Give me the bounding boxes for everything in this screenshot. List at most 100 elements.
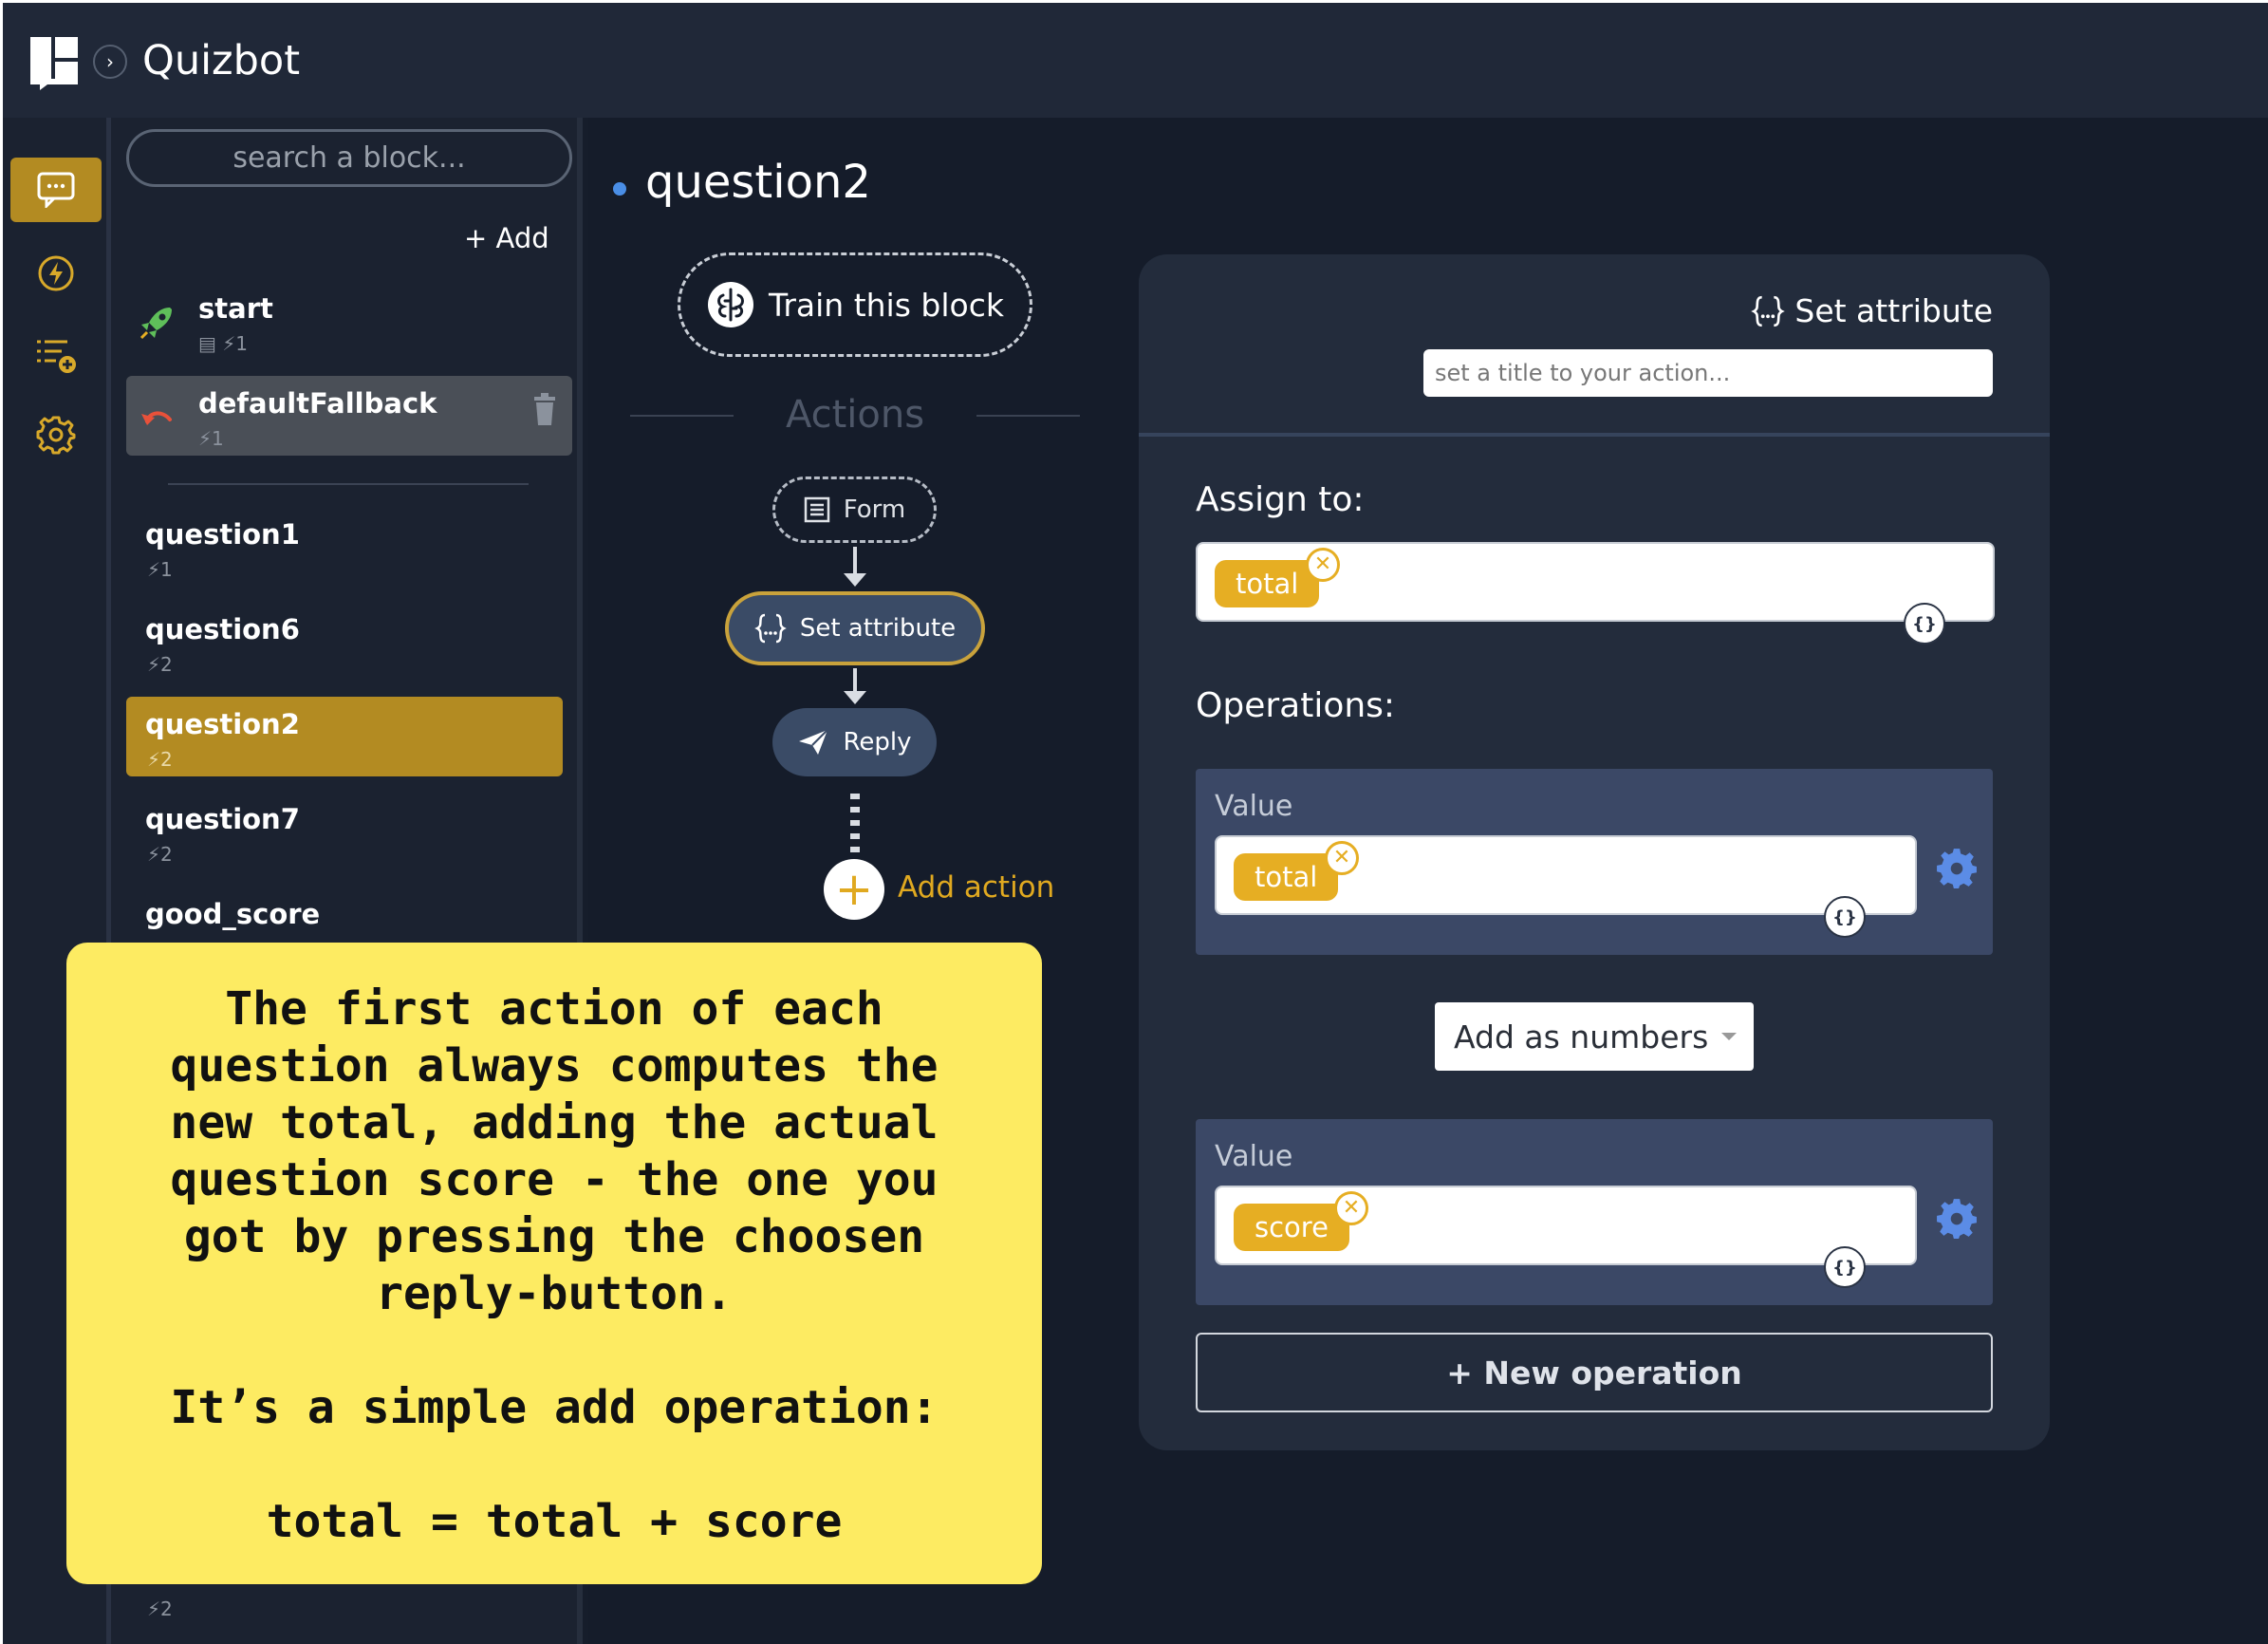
block-name: question2 [145, 708, 300, 740]
block-search-input[interactable] [126, 129, 572, 187]
brain-icon [708, 282, 754, 327]
insert-variable-button[interactable]: {} [1824, 896, 1866, 938]
flow-arrow-head [844, 691, 866, 704]
gear-icon[interactable] [1936, 847, 1978, 888]
note-line: The first action of each [225, 982, 883, 1036]
close-icon: ✕ [1332, 846, 1351, 869]
block-item-start[interactable]: start ▤ ⚡1 [126, 281, 572, 361]
note-line: It’s a simple add operation: [170, 1381, 939, 1434]
add-action-label[interactable]: Add action [898, 870, 1054, 905]
annotation-note: The first action of each question always… [66, 943, 1042, 1584]
remove-tag-icon[interactable]: ✕ [1306, 548, 1340, 582]
value-field[interactable]: score ✕ {} [1215, 1186, 1917, 1288]
action-config-panel: Set attribute Assign to: total ✕ {} Oper… [1139, 254, 2050, 1450]
attribute-tag-label: score [1255, 1211, 1329, 1243]
flow-arrow-head [844, 573, 866, 587]
add-block-button[interactable]: + Add [464, 222, 549, 254]
send-icon [799, 729, 829, 755]
action-chip-label: Form [843, 495, 906, 524]
actions-label: Actions [734, 393, 976, 437]
action-chip-set-attribute[interactable]: Set attribute [725, 591, 985, 665]
top-bar: › Quizbot [3, 3, 2268, 118]
expand-sidebar-button[interactable]: › [93, 45, 127, 79]
logo-icon [30, 37, 78, 90]
chevron-right-icon: › [106, 50, 114, 73]
braces-icon: {} [1912, 613, 1937, 634]
block-meta: ⚡2 [147, 1597, 173, 1620]
rail-settings-button[interactable] [10, 402, 102, 467]
braces-icon: {} [1832, 906, 1857, 927]
block-meta: ⚡2 [147, 653, 173, 676]
block-name: question7 [145, 803, 300, 835]
rocket-icon [139, 308, 172, 340]
operator-select[interactable]: Add as numbers [1435, 1002, 1754, 1071]
block-meta: ⚡2 [147, 748, 173, 771]
block-name: start [198, 292, 273, 325]
operations-label: Operations: [1196, 686, 1396, 725]
rail-lists-button[interactable] [10, 323, 102, 387]
operation-value-box: Value total ✕ {} [1196, 769, 1993, 955]
block-meta: ▤ ⚡1 [198, 332, 249, 355]
braces-icon [754, 613, 787, 644]
attribute-tag: total [1215, 560, 1320, 607]
note-line: total = total + score [266, 1495, 843, 1548]
block-name: defaultFallback [198, 387, 437, 420]
new-operation-button[interactable]: + New operation [1196, 1333, 1993, 1412]
rail-chat-button[interactable] [10, 158, 102, 222]
braces-icon [1751, 295, 1786, 327]
action-chip-label: Set attribute [799, 614, 957, 643]
undo-icon [141, 411, 172, 425]
list-add-icon [37, 340, 76, 373]
trash-icon[interactable] [532, 393, 557, 425]
attribute-tag-label: total [1236, 568, 1299, 600]
note-line: got by pressing the choosen [183, 1210, 925, 1263]
block-item-question7[interactable]: question7 ⚡2 [126, 792, 572, 871]
note-line: question score - the one you [170, 1153, 939, 1206]
note-line: question always computes the [170, 1039, 939, 1093]
add-action-button[interactable]: + [824, 859, 884, 920]
panel-type-label: Set attribute [1751, 292, 1993, 329]
assign-to-field[interactable]: total ✕ {} [1196, 542, 1995, 645]
panel-type-text: Set attribute [1794, 292, 1993, 329]
status-dot [613, 182, 626, 196]
gear-icon[interactable] [1936, 1197, 1978, 1239]
remove-tag-icon[interactable]: ✕ [1334, 1191, 1368, 1225]
note-line: reply-button. [376, 1267, 733, 1320]
close-icon: ✕ [1313, 552, 1332, 576]
insert-variable-button[interactable]: {} [1904, 603, 1945, 645]
insert-variable-button[interactable]: {} [1824, 1246, 1866, 1288]
value-field[interactable]: total ✕ {} [1215, 835, 1917, 938]
action-chip-form[interactable]: Form [772, 476, 937, 543]
block-title: question2 [645, 156, 871, 209]
rail-triggers-button[interactable] [10, 241, 102, 306]
app-title: Quizbot [142, 37, 301, 84]
attribute-tag-label: total [1255, 861, 1318, 893]
block-name: question1 [145, 518, 300, 551]
block-name: question6 [145, 613, 300, 645]
bolt-icon [38, 255, 74, 291]
value-label: Value [1215, 790, 1293, 823]
block-list-divider [168, 483, 529, 485]
caret-down-icon [1721, 1033, 1738, 1040]
train-block-button[interactable]: Train this block [678, 252, 1032, 357]
note-line: new total, adding the actual [170, 1096, 939, 1149]
flow-dotted-line [850, 794, 860, 858]
remove-tag-icon[interactable]: ✕ [1325, 841, 1359, 875]
braces-icon: {} [1832, 1257, 1857, 1278]
train-block-label: Train this block [769, 286, 1004, 324]
attribute-tag: score [1234, 1204, 1349, 1251]
block-name: good_score [145, 898, 321, 930]
operation-value-box: Value score ✕ {} [1196, 1119, 1993, 1305]
block-meta: ⚡1 [198, 427, 224, 450]
chat-icon [37, 172, 75, 208]
action-title-input[interactable] [1423, 349, 1993, 397]
block-item-defaultfallback[interactable]: defaultFallback ⚡1 [126, 376, 572, 456]
block-item-question1[interactable]: question1 ⚡1 [126, 507, 572, 587]
action-chip-reply[interactable]: Reply [772, 708, 937, 776]
block-item-question2[interactable]: question2 ⚡2 [126, 697, 563, 776]
close-icon: ✕ [1342, 1196, 1361, 1220]
plus-icon: + [834, 863, 874, 916]
assign-to-label: Assign to: [1196, 480, 1365, 519]
operator-select-value: Add as numbers [1454, 1018, 1709, 1056]
block-item-question6[interactable]: question6 ⚡2 [126, 602, 572, 682]
